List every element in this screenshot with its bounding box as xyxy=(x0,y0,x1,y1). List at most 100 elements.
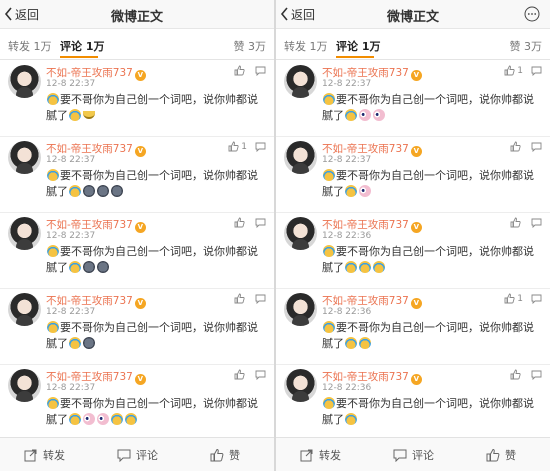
avatar[interactable] xyxy=(8,293,41,326)
dark-moon-emoji-icon xyxy=(83,337,95,349)
sweat-face-emoji-icon xyxy=(323,245,335,257)
comment-text-block: 要不哥你为自己创一个词吧，说你帅都说腻了 xyxy=(46,168,266,200)
like-post-button[interactable]: 赞 xyxy=(210,447,240,463)
thumbs-up-icon xyxy=(510,369,521,380)
tab-repost[interactable]: 转发 1万 xyxy=(8,38,52,54)
tab-likes[interactable]: 赞 3万 xyxy=(234,38,267,54)
username-text: 不如-帝王攻雨737 xyxy=(322,295,409,307)
tab-likes[interactable]: 赞 3万 xyxy=(510,38,543,54)
like-button[interactable] xyxy=(234,369,247,380)
avatar[interactable] xyxy=(284,217,317,250)
like-button[interactable] xyxy=(510,217,523,228)
sweat-face-emoji-icon xyxy=(345,185,357,197)
comment-item: 不如-帝王攻雨737 V 12-8 22:36 要不哥你为自己创一个词吧，说你帅都… xyxy=(276,213,550,289)
thumbs-up-icon xyxy=(234,369,245,380)
like-button[interactable] xyxy=(510,141,523,152)
tab-repost[interactable]: 转发 1万 xyxy=(284,38,328,54)
avatar[interactable] xyxy=(8,217,41,250)
thumbs-up-icon xyxy=(486,448,500,462)
comment-text-block: 要不哥你为自己创一个词吧，说你帅都说腻了 xyxy=(322,320,542,352)
like-post-button[interactable]: 赞 xyxy=(486,447,516,463)
sweat-face-emoji-icon xyxy=(323,321,335,333)
comment-label: 评论 xyxy=(412,449,434,462)
comment-time: 12-8 22:36 xyxy=(322,383,372,393)
top-navigation-bar: 返回 微博正文 xyxy=(276,0,550,29)
verified-badge-icon: V xyxy=(410,70,422,81)
reply-comment-icon[interactable] xyxy=(531,218,542,228)
weibo-panel-right: 返回 微博正文 转发 1万 评论 1万 赞 3万 不如-帝王攻雨737 V 12-… xyxy=(276,0,550,471)
reply-comment-icon[interactable] xyxy=(255,294,266,304)
sweat-face-emoji-icon xyxy=(323,169,335,181)
comment-item: 不如-帝王攻雨737 V 12-8 22:37 要不哥你为自己创一个词吧，说你帅都… xyxy=(0,61,274,137)
like-button[interactable]: 1 xyxy=(504,65,523,76)
comment-time: 12-8 22:37 xyxy=(322,79,372,89)
username-text: 不如-帝王攻雨737 xyxy=(46,219,133,231)
avatar[interactable] xyxy=(8,141,41,174)
tab-comments[interactable]: 评论 1万 xyxy=(60,38,104,54)
comment-text-block: 要不哥你为自己创一个词吧，说你帅都说腻了 xyxy=(322,396,542,428)
comment-time: 12-8 22:37 xyxy=(46,155,96,165)
comment-item: 不如-帝王攻雨737 V 12-8 22:37 要不哥你为自己创一个词吧，说你帅都… xyxy=(0,137,274,213)
repost-button[interactable]: 转发 xyxy=(300,447,341,463)
comment-item: 不如-帝王攻雨737 V 12-8 22:37 要不哥你为自己创一个词吧，说你帅都… xyxy=(0,213,274,289)
like-button[interactable]: 1 xyxy=(228,141,247,152)
comment-time: 12-8 22:37 xyxy=(46,79,96,89)
reply-comment-icon[interactable] xyxy=(531,142,542,152)
repost-button[interactable]: 转发 xyxy=(24,447,65,463)
comment-list: 不如-帝王攻雨737 V 12-8 22:37 要不哥你为自己创一个词吧，说你帅都… xyxy=(0,61,274,437)
verified-badge-icon: V xyxy=(410,374,422,385)
repost-label: 转发 xyxy=(319,449,341,462)
sweat-face-emoji-icon xyxy=(69,185,81,197)
comment-button[interactable]: 评论 xyxy=(117,447,158,463)
like-button[interactable] xyxy=(510,369,523,380)
avatar[interactable] xyxy=(284,141,317,174)
pink-eyes-emoji-icon xyxy=(359,109,371,121)
reply-comment-icon[interactable] xyxy=(255,370,266,380)
sweat-face-emoji-icon xyxy=(359,261,371,273)
thumbs-up-icon xyxy=(228,141,239,152)
username-text: 不如-帝王攻雨737 xyxy=(46,143,133,155)
like-button[interactable] xyxy=(234,293,247,304)
comment-item: 不如-帝王攻雨737 V 12-8 22:37 要不哥你为自己创一个词吧，说你帅都… xyxy=(0,289,274,365)
reply-comment-icon[interactable] xyxy=(255,66,266,76)
thumbs-up-icon xyxy=(504,293,515,304)
comment-text-block: 要不哥你为自己创一个词吧，说你帅都说腻了 xyxy=(46,320,266,352)
avatar[interactable] xyxy=(8,369,41,402)
like-count: 1 xyxy=(517,65,523,76)
reply-comment-icon[interactable] xyxy=(255,142,266,152)
avatar[interactable] xyxy=(284,369,317,402)
more-dots-icon[interactable] xyxy=(524,6,540,22)
avatar[interactable] xyxy=(8,65,41,98)
reply-comment-icon[interactable] xyxy=(531,66,542,76)
sweat-face-emoji-icon xyxy=(47,93,59,105)
like-count: 1 xyxy=(241,141,247,152)
avatar[interactable] xyxy=(284,65,317,98)
comment-label: 评论 xyxy=(136,449,158,462)
like-button[interactable] xyxy=(234,65,247,76)
verified-badge-icon: V xyxy=(410,146,422,157)
comment-time: 12-8 22:37 xyxy=(46,307,96,317)
sweat-face-emoji-icon xyxy=(345,109,357,121)
repost-label: 转发 xyxy=(43,449,65,462)
comment-list: 不如-帝王攻雨737 V 12-8 22:37 要不哥你为自己创一个词吧，说你帅都… xyxy=(276,61,550,437)
username-text: 不如-帝王攻雨737 xyxy=(322,219,409,231)
tab-comments[interactable]: 评论 1万 xyxy=(336,38,380,54)
comment-button[interactable]: 评论 xyxy=(393,447,434,463)
sweat-face-emoji-icon xyxy=(47,245,59,257)
sweat-face-emoji-icon xyxy=(111,413,123,425)
comment-item: 不如-帝王攻雨737 V 12-8 22:36 要不哥你为自己创一个词吧，说你帅都… xyxy=(276,289,550,365)
reply-comment-icon[interactable] xyxy=(531,294,542,304)
pink-eyes-emoji-icon xyxy=(83,413,95,425)
verified-badge-icon: V xyxy=(134,222,146,233)
comment-icon xyxy=(117,449,131,462)
username-text: 不如-帝王攻雨737 xyxy=(322,371,409,383)
avatar[interactable] xyxy=(284,293,317,326)
reply-comment-icon[interactable] xyxy=(255,218,266,228)
like-button[interactable]: 1 xyxy=(504,293,523,304)
username-text: 不如-帝王攻雨737 xyxy=(46,295,133,307)
like-label: 赞 xyxy=(229,449,240,462)
like-button[interactable] xyxy=(234,217,247,228)
comment-item: 不如-帝王攻雨737 V 12-8 22:37 要不哥你为自己创一个词吧，说你帅都… xyxy=(276,61,550,137)
comment-time: 12-8 22:36 xyxy=(322,307,372,317)
reply-comment-icon[interactable] xyxy=(531,370,542,380)
